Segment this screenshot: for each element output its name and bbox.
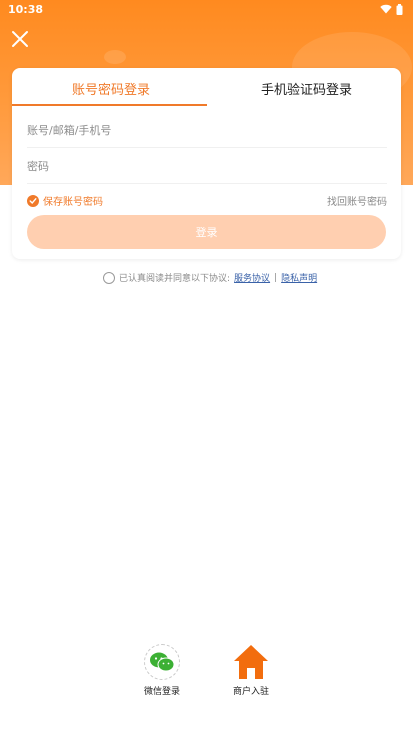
remember-checkbox[interactable]: 保存账号密码 xyxy=(27,193,103,208)
password-input[interactable] xyxy=(27,150,387,183)
remember-label: 保存账号密码 xyxy=(43,197,103,208)
service-agreement-link[interactable]: 服务协议 xyxy=(234,271,270,284)
status-icons xyxy=(380,3,403,15)
agreement-row: 已认真阅读并同意以下协议: 服务协议 | 隐私声明 xyxy=(103,271,317,284)
agreement-text: 已认真阅读并同意以下协议: xyxy=(119,274,231,284)
status-bar: 10:38 xyxy=(0,0,413,18)
merchant-join-button[interactable]: 商户入驻 xyxy=(228,644,274,697)
wifi-icon xyxy=(380,4,392,14)
password-field xyxy=(27,150,387,184)
privacy-policy-link[interactable]: 隐私声明 xyxy=(281,271,317,284)
login-tabs: 账号密码登录 手机验证码登录 xyxy=(12,68,401,106)
close-icon xyxy=(12,31,28,47)
tab-password-login[interactable]: 账号密码登录 xyxy=(72,79,150,98)
account-input[interactable] xyxy=(27,114,387,147)
agreement-separator: | xyxy=(274,272,278,283)
merchant-join-label: 商户入驻 xyxy=(232,687,269,697)
wechat-login-button[interactable]: 微信登录 xyxy=(140,644,184,697)
agreement-radio[interactable] xyxy=(103,271,115,284)
status-time: 10:38 xyxy=(8,2,44,16)
home-icon xyxy=(234,645,268,679)
forgot-password-link[interactable]: 找回账号密码 xyxy=(327,193,387,208)
active-tab-indicator xyxy=(12,104,207,106)
header-decoration xyxy=(104,50,126,64)
check-icon xyxy=(27,194,39,207)
login-button[interactable]: 登录 xyxy=(27,215,386,249)
close-button[interactable] xyxy=(10,29,30,49)
wechat-icon xyxy=(144,644,180,680)
account-field xyxy=(27,114,387,148)
login-card: 账号密码登录 手机验证码登录 保存账号密码 找回账号密码 登录 xyxy=(12,68,401,259)
wechat-login-label: 微信登录 xyxy=(143,687,180,697)
tab-sms-login[interactable]: 手机验证码登录 xyxy=(261,79,352,98)
battery-icon xyxy=(396,3,403,15)
